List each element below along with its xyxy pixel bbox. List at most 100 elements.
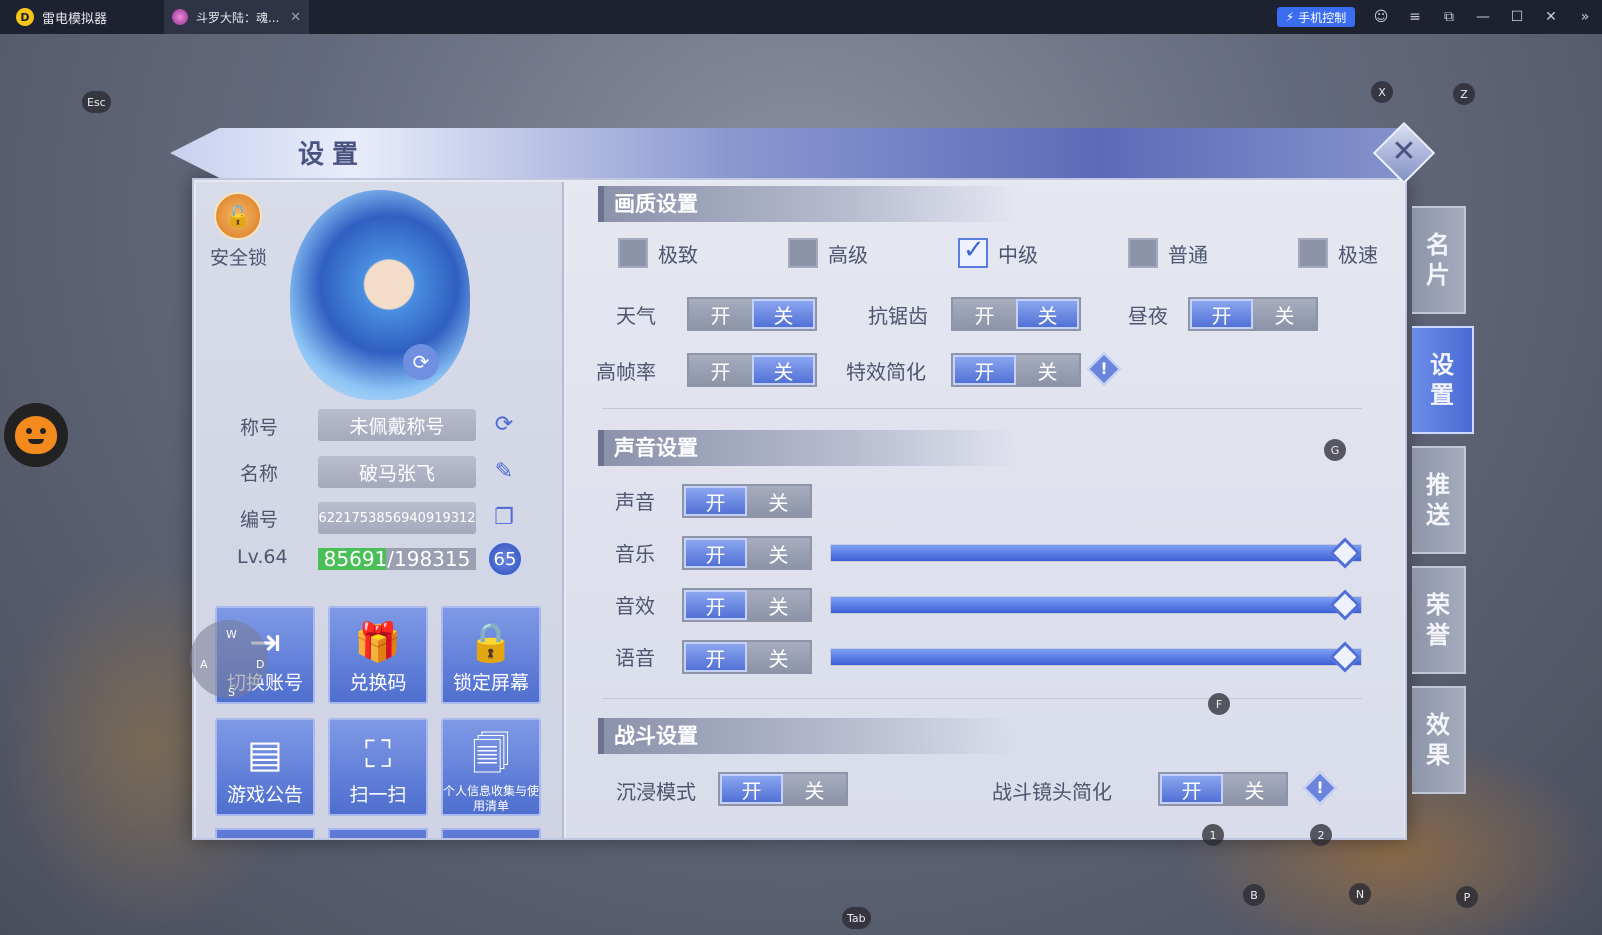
privacy-list-button[interactable]: 🗐 个人信息收集与使用清单: [441, 718, 541, 816]
quality-checkbox[interactable]: [618, 238, 648, 268]
toggle-off[interactable]: 关: [747, 642, 810, 672]
redeem-code-button[interactable]: 🎁 兑换码: [328, 606, 428, 704]
phone-control-label: 手机控制: [1298, 10, 1347, 25]
quality-checkbox[interactable]: [1128, 238, 1158, 268]
immersive-mode-label: 沉浸模式: [616, 780, 696, 804]
weather-toggle[interactable]: 开 关: [687, 297, 817, 331]
game-tab[interactable]: 斗罗大陆：魂... ✕: [164, 0, 309, 34]
tab-close-icon[interactable]: ✕: [290, 10, 301, 25]
security-lock-button[interactable]: 🔓: [214, 192, 262, 240]
toggle-on[interactable]: 开: [953, 355, 1016, 385]
tile-label: 锁定屏幕: [452, 672, 529, 694]
emulator-assistant-button[interactable]: [4, 403, 68, 467]
change-avatar-icon[interactable]: ⟳: [403, 344, 439, 380]
menu-icon[interactable]: ≡: [1406, 8, 1424, 26]
toggle-on[interactable]: 开: [684, 486, 747, 516]
toggle-on[interactable]: 开: [689, 299, 752, 329]
toggle-off[interactable]: 关: [783, 774, 846, 804]
high-fps-label: 高帧率: [596, 360, 656, 384]
quality-option-ultra[interactable]: 极致: [618, 238, 698, 268]
lock-screen-button[interactable]: 🔒 锁定屏幕: [441, 606, 541, 704]
side-tab-effects[interactable]: 效果: [1412, 686, 1466, 794]
tile-label: 游戏公告: [226, 784, 303, 806]
toggle-on[interactable]: 开: [953, 299, 1016, 329]
immersive-mode-toggle[interactable]: 开 关: [718, 772, 848, 806]
quality-option-label: 极速: [1338, 242, 1378, 267]
high-fps-toggle[interactable]: 开 关: [687, 353, 817, 387]
level-label: Lv.64: [237, 546, 288, 568]
scan-button[interactable]: ⛶ 扫一扫: [328, 718, 428, 816]
quality-option-fast[interactable]: 极速: [1298, 238, 1378, 268]
close-icon[interactable]: ✕: [1389, 134, 1419, 170]
window-close-icon[interactable]: ✕: [1542, 8, 1560, 26]
voice-toggle[interactable]: 开 关: [682, 640, 812, 674]
sound-toggle[interactable]: 开 关: [682, 484, 812, 518]
toggle-on[interactable]: 开: [684, 538, 747, 568]
minimize-icon[interactable]: —: [1474, 8, 1492, 26]
side-tab-honor[interactable]: 荣誉: [1412, 566, 1466, 674]
side-tab-card[interactable]: 名片: [1412, 206, 1466, 314]
exclamation-icon[interactable]: !: [1308, 776, 1332, 800]
refresh-title-icon[interactable]: ⟳: [489, 410, 519, 440]
tile-partial[interactable]: [441, 828, 541, 838]
toggle-off[interactable]: 关: [1223, 774, 1286, 804]
phone-control-button[interactable]: ⚡ 手机控制: [1277, 7, 1355, 27]
toggle-off[interactable]: 关: [747, 590, 810, 620]
toggle-off[interactable]: 关: [1253, 299, 1316, 329]
effects-simplify-toggle[interactable]: 开 关: [951, 353, 1081, 387]
id-label: 编号: [240, 509, 279, 531]
title-label: 称号: [240, 417, 279, 439]
toggle-on[interactable]: 开: [689, 355, 752, 385]
game-announcement-button[interactable]: ▤ 游戏公告: [215, 718, 315, 816]
antialias-toggle[interactable]: 开 关: [951, 297, 1081, 331]
music-toggle[interactable]: 开 关: [682, 536, 812, 570]
quality-checkbox[interactable]: [788, 238, 818, 268]
toggle-on[interactable]: 开: [1190, 299, 1253, 329]
exclamation-icon[interactable]: !: [1092, 357, 1116, 381]
sfx-toggle[interactable]: 开 关: [682, 588, 812, 622]
edit-name-icon[interactable]: ✎: [489, 457, 519, 487]
side-tab-settings[interactable]: 设置: [1412, 326, 1474, 434]
maximize-icon[interactable]: ☐: [1508, 8, 1526, 26]
toggle-off[interactable]: 关: [747, 538, 810, 568]
copy-id-icon[interactable]: ❐: [489, 503, 519, 533]
key-hint-p: P: [1456, 886, 1478, 908]
tile-partial[interactable]: [215, 828, 315, 838]
toggle-on[interactable]: 开: [684, 590, 747, 620]
quality-checkbox[interactable]: [1298, 238, 1328, 268]
sfx-volume-slider[interactable]: [830, 596, 1362, 614]
toggle-on[interactable]: 开: [720, 774, 783, 804]
voice-slider-fill: [831, 649, 1361, 665]
side-tab-push[interactable]: 推送: [1412, 446, 1466, 554]
xp-text: 85691/198315: [323, 547, 471, 571]
daynight-toggle[interactable]: 开 关: [1188, 297, 1318, 331]
quality-option-medium[interactable]: 中级: [958, 235, 1038, 268]
toggle-off[interactable]: 关: [1016, 299, 1079, 329]
screenshot-icon[interactable]: ⧉: [1440, 8, 1458, 26]
quality-option-label: 中级: [998, 242, 1038, 267]
toggle-off[interactable]: 关: [747, 486, 810, 516]
toggle-on[interactable]: 开: [1160, 774, 1223, 804]
title-value: 未佩戴称号: [318, 409, 476, 441]
voice-volume-slider[interactable]: [830, 648, 1362, 666]
toggle-off[interactable]: 关: [1016, 355, 1079, 385]
battle-camera-toggle[interactable]: 开 关: [1158, 772, 1288, 806]
key-hint-z: Z: [1453, 83, 1475, 105]
quality-option-high[interactable]: 高级: [788, 238, 868, 268]
user-account-icon[interactable]: ☺: [1372, 8, 1390, 26]
quality-checkbox-checked[interactable]: [958, 235, 988, 268]
key-hint-x: X: [1371, 81, 1393, 103]
toggle-off[interactable]: 关: [752, 299, 815, 329]
avatar[interactable]: [290, 190, 470, 400]
sidebar-expand-icon[interactable]: »: [1576, 8, 1594, 26]
emulator-app-name: 雷电模拟器: [42, 11, 108, 27]
toggle-on[interactable]: 开: [684, 642, 747, 672]
toggle-off[interactable]: 关: [752, 355, 815, 385]
music-volume-slider[interactable]: [830, 544, 1362, 562]
quality-option-label: 普通: [1168, 242, 1208, 267]
document-search-icon: 🗐: [472, 732, 510, 776]
tile-partial[interactable]: [328, 828, 428, 838]
gift-icon: 🎁: [354, 620, 402, 664]
joystick-key-a: A: [200, 658, 208, 671]
quality-option-normal[interactable]: 普通: [1128, 238, 1208, 268]
